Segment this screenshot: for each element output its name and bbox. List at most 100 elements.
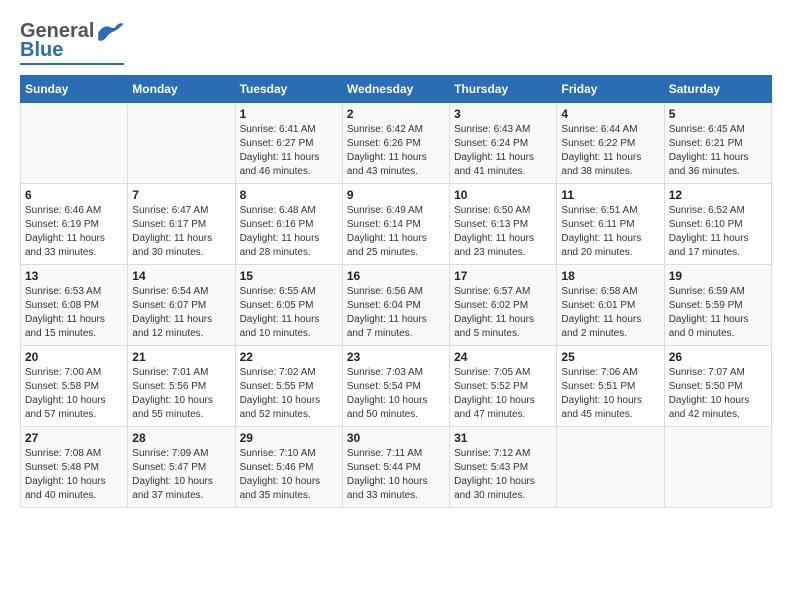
day-info: Sunrise: 6:53 AM Sunset: 6:08 PM Dayligh… <box>25 285 123 341</box>
calendar-day-29: 29 Sunrise: 7:10 AM Sunset: 5:46 PM Dayli… <box>235 427 342 508</box>
calendar-week-row: 1 Sunrise: 6:41 AM Sunset: 6:27 PM Daylig… <box>21 103 772 184</box>
day-info: Sunrise: 7:10 AM Sunset: 5:46 PM Dayligh… <box>240 447 338 503</box>
day-number: 3 <box>454 107 552 121</box>
day-number: 20 <box>25 350 123 364</box>
day-info: Sunrise: 7:07 AM Sunset: 5:50 PM Dayligh… <box>669 366 767 422</box>
day-info: Sunrise: 6:49 AM Sunset: 6:14 PM Dayligh… <box>347 204 445 260</box>
calendar-day-2: 2 Sunrise: 6:42 AM Sunset: 6:26 PM Daylig… <box>342 103 449 184</box>
calendar-day-21: 21Sunrise: 7:01 AM Sunset: 5:56 PM Dayli… <box>128 346 235 427</box>
calendar-day-14: 14 Sunrise: 6:54 AM Sunset: 6:07 PM Dayli… <box>128 265 235 346</box>
calendar-day-6: 6Sunrise: 6:46 AM Sunset: 6:19 PM Daylig… <box>21 184 128 265</box>
day-number: 11 <box>561 188 659 202</box>
calendar-day-28: 28Sunrise: 7:09 AM Sunset: 5:47 PM Dayli… <box>128 427 235 508</box>
day-info: Sunrise: 6:44 AM Sunset: 6:22 PM Dayligh… <box>561 123 659 179</box>
day-info: Sunrise: 6:41 AM Sunset: 6:27 PM Dayligh… <box>240 123 338 179</box>
day-info: Sunrise: 6:42 AM Sunset: 6:26 PM Dayligh… <box>347 123 445 179</box>
day-number: 8 <box>240 188 338 202</box>
day-info: Sunrise: 6:57 AM Sunset: 6:02 PM Dayligh… <box>454 285 552 341</box>
calendar-day-12: 12 Sunrise: 6:52 AM Sunset: 6:10 PM Dayli… <box>664 184 771 265</box>
weekday-header-thursday: Thursday <box>450 76 557 103</box>
logo-underline <box>20 63 124 65</box>
day-number: 29 <box>240 431 338 445</box>
day-number: 27 <box>25 431 123 445</box>
calendar-week-row: 27 Sunrise: 7:08 AM Sunset: 5:48 PM Dayli… <box>21 427 772 508</box>
weekday-header-saturday: Saturday <box>664 76 771 103</box>
day-info: Sunrise: 7:08 AM Sunset: 5:48 PM Dayligh… <box>25 447 123 503</box>
calendar-day-3: 3 Sunrise: 6:43 AM Sunset: 6:24 PM Daylig… <box>450 103 557 184</box>
calendar-day-19: 19 Sunrise: 6:59 AM Sunset: 5:59 PM Dayli… <box>664 265 771 346</box>
day-number: 12 <box>669 188 767 202</box>
day-number: 18 <box>561 269 659 283</box>
weekday-header-tuesday: Tuesday <box>235 76 342 103</box>
calendar-day-17: 17 Sunrise: 6:57 AM Sunset: 6:02 PM Dayli… <box>450 265 557 346</box>
day-info: Sunrise: 6:48 AM Sunset: 6:16 PM Dayligh… <box>240 204 338 260</box>
calendar-day-11: 11 Sunrise: 6:51 AM Sunset: 6:11 PM Dayli… <box>557 184 664 265</box>
calendar-empty-cell <box>557 427 664 508</box>
calendar-day-8: 8 Sunrise: 6:48 AM Sunset: 6:16 PM Daylig… <box>235 184 342 265</box>
day-number: 1 <box>240 107 338 121</box>
day-info: Sunrise: 6:54 AM Sunset: 6:07 PM Dayligh… <box>132 285 230 341</box>
calendar-day-15: 15 Sunrise: 6:55 AM Sunset: 6:05 PM Dayli… <box>235 265 342 346</box>
weekday-header-wednesday: Wednesday <box>342 76 449 103</box>
day-info: Sunrise: 6:56 AM Sunset: 6:04 PM Dayligh… <box>347 285 445 341</box>
day-info: Sunrise: 7:01 AM Sunset: 5:56 PM Dayligh… <box>132 366 230 422</box>
calendar-day-18: 18 Sunrise: 6:58 AM Sunset: 6:01 PM Dayli… <box>557 265 664 346</box>
day-number: 25 <box>561 350 659 364</box>
day-info: Sunrise: 6:43 AM Sunset: 6:24 PM Dayligh… <box>454 123 552 179</box>
calendar-week-row: 6Sunrise: 6:46 AM Sunset: 6:19 PM Daylig… <box>21 184 772 265</box>
calendar-day-25: 25Sunrise: 7:06 AM Sunset: 5:51 PM Dayli… <box>557 346 664 427</box>
day-number: 17 <box>454 269 552 283</box>
weekday-header-monday: Monday <box>128 76 235 103</box>
calendar-day-16: 16 Sunrise: 6:56 AM Sunset: 6:04 PM Dayli… <box>342 265 449 346</box>
calendar-empty-cell <box>664 427 771 508</box>
day-number: 26 <box>669 350 767 364</box>
day-info: Sunrise: 6:58 AM Sunset: 6:01 PM Dayligh… <box>561 285 659 341</box>
day-number: 19 <box>669 269 767 283</box>
day-number: 5 <box>669 107 767 121</box>
day-number: 14 <box>132 269 230 283</box>
calendar-day-1: 1 Sunrise: 6:41 AM Sunset: 6:27 PM Daylig… <box>235 103 342 184</box>
day-number: 23 <box>347 350 445 364</box>
calendar-day-24: 24Sunrise: 7:05 AM Sunset: 5:52 PM Dayli… <box>450 346 557 427</box>
weekday-header-friday: Friday <box>557 76 664 103</box>
day-info: Sunrise: 6:50 AM Sunset: 6:13 PM Dayligh… <box>454 204 552 260</box>
day-info: Sunrise: 6:55 AM Sunset: 6:05 PM Dayligh… <box>240 285 338 341</box>
calendar-week-row: 20 Sunrise: 7:00 AM Sunset: 5:58 PM Dayli… <box>21 346 772 427</box>
day-info: Sunrise: 6:52 AM Sunset: 6:10 PM Dayligh… <box>669 204 767 260</box>
calendar-day-27: 27 Sunrise: 7:08 AM Sunset: 5:48 PM Dayli… <box>21 427 128 508</box>
day-number: 16 <box>347 269 445 283</box>
logo: General Blue <box>20 20 124 65</box>
day-number: 31 <box>454 431 552 445</box>
day-info: Sunrise: 6:45 AM Sunset: 6:21 PM Dayligh… <box>669 123 767 179</box>
day-info: Sunrise: 7:11 AM Sunset: 5:44 PM Dayligh… <box>347 447 445 503</box>
day-info: Sunrise: 7:00 AM Sunset: 5:58 PM Dayligh… <box>25 366 123 422</box>
day-info: Sunrise: 7:05 AM Sunset: 5:52 PM Dayligh… <box>454 366 552 422</box>
weekday-header-sunday: Sunday <box>21 76 128 103</box>
day-info: Sunrise: 6:59 AM Sunset: 5:59 PM Dayligh… <box>669 285 767 341</box>
day-number: 10 <box>454 188 552 202</box>
calendar-day-30: 30 Sunrise: 7:11 AM Sunset: 5:44 PM Dayli… <box>342 427 449 508</box>
logo-bird-icon <box>96 22 124 42</box>
day-info: Sunrise: 7:03 AM Sunset: 5:54 PM Dayligh… <box>347 366 445 422</box>
page-header: General Blue <box>20 20 772 65</box>
day-number: 13 <box>25 269 123 283</box>
calendar-empty-cell <box>21 103 128 184</box>
calendar-day-26: 26 Sunrise: 7:07 AM Sunset: 5:50 PM Dayli… <box>664 346 771 427</box>
weekday-header-row: SundayMondayTuesdayWednesdayThursdayFrid… <box>21 76 772 103</box>
day-number: 6 <box>25 188 123 202</box>
calendar-day-4: 4 Sunrise: 6:44 AM Sunset: 6:22 PM Daylig… <box>557 103 664 184</box>
day-info: Sunrise: 7:02 AM Sunset: 5:55 PM Dayligh… <box>240 366 338 422</box>
day-info: Sunrise: 6:51 AM Sunset: 6:11 PM Dayligh… <box>561 204 659 260</box>
day-number: 22 <box>240 350 338 364</box>
day-number: 2 <box>347 107 445 121</box>
calendar-day-13: 13 Sunrise: 6:53 AM Sunset: 6:08 PM Dayli… <box>21 265 128 346</box>
calendar-day-10: 10 Sunrise: 6:50 AM Sunset: 6:13 PM Dayli… <box>450 184 557 265</box>
calendar-table: SundayMondayTuesdayWednesdayThursdayFrid… <box>20 75 772 508</box>
day-number: 15 <box>240 269 338 283</box>
calendar-day-7: 7Sunrise: 6:47 AM Sunset: 6:17 PM Daylig… <box>128 184 235 265</box>
day-number: 30 <box>347 431 445 445</box>
calendar-week-row: 13 Sunrise: 6:53 AM Sunset: 6:08 PM Dayli… <box>21 265 772 346</box>
day-number: 28 <box>132 431 230 445</box>
calendar-day-22: 22 Sunrise: 7:02 AM Sunset: 5:55 PM Dayli… <box>235 346 342 427</box>
day-number: 4 <box>561 107 659 121</box>
